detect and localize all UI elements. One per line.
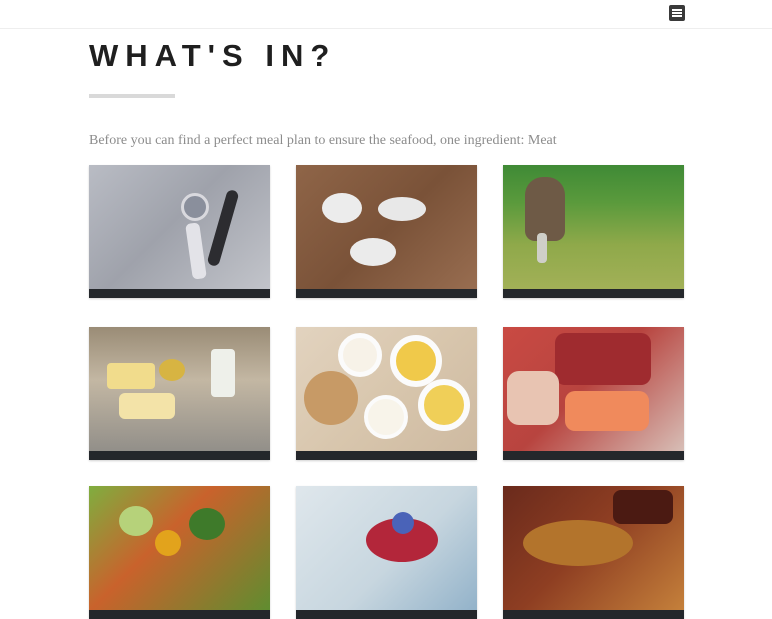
tile-dairy[interactable] — [89, 327, 270, 460]
cutting-board — [304, 371, 358, 425]
tile-knife-and-fork[interactable] — [89, 165, 270, 298]
egg-bowl-1 — [338, 333, 382, 377]
fork-icon — [181, 193, 209, 221]
tile-name-stones[interactable] — [296, 165, 477, 298]
top-bar — [0, 0, 772, 29]
stone-card-1 — [322, 193, 362, 223]
title-divider — [89, 94, 175, 98]
tile-caption-bar — [89, 451, 270, 460]
tile-caption-bar — [503, 610, 684, 619]
cheese-plate — [119, 393, 175, 419]
stone-card-3 — [350, 238, 396, 266]
knife-icon — [206, 188, 240, 268]
tile-caption-bar — [503, 451, 684, 460]
tile-horse-meadow[interactable] — [503, 165, 684, 298]
tile-caption-bar — [89, 289, 270, 298]
red-meat — [555, 333, 651, 385]
milk-glass — [211, 349, 235, 397]
salmon-fillet — [565, 391, 649, 431]
tile-eggs-flour[interactable] — [296, 327, 477, 460]
butter-bowl — [418, 379, 470, 431]
tile-berries[interactable] — [296, 486, 477, 619]
tile-caption-bar — [89, 610, 270, 619]
tile-vegetables[interactable] — [89, 486, 270, 619]
flour-bowl — [390, 335, 442, 387]
page-title: WHAT'S IN? — [89, 38, 337, 73]
poultry — [507, 371, 559, 425]
tile-caption-bar — [296, 289, 477, 298]
tile-caption-bar — [296, 451, 477, 460]
tile-nuts[interactable] — [503, 486, 684, 619]
tile-caption-bar — [296, 610, 477, 619]
stone-card-2 — [378, 197, 426, 221]
hamburger-menu-icon[interactable] — [669, 5, 685, 21]
tile-meat-salmon[interactable] — [503, 327, 684, 460]
egg-yolk-bowl — [364, 395, 408, 439]
butter-block — [107, 363, 155, 389]
intro-text: Before you can find a perfect meal plan … — [89, 133, 557, 148]
horse-icon — [525, 177, 565, 241]
tile-caption-bar — [503, 289, 684, 298]
